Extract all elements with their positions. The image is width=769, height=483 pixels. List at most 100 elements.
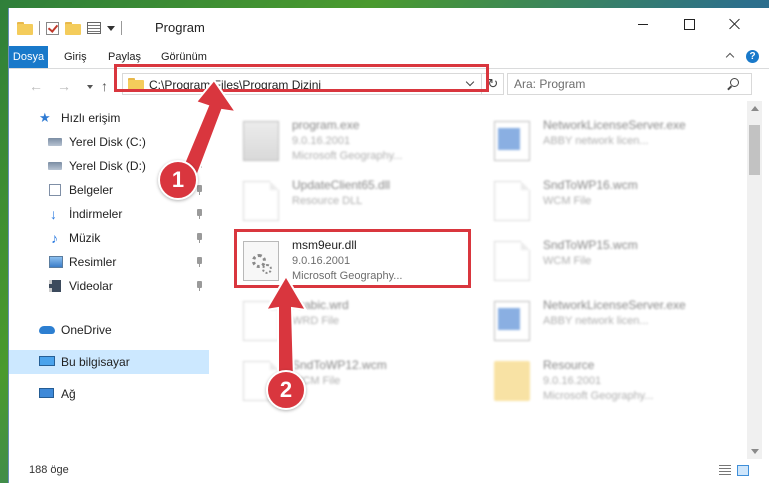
search-icon[interactable] [730,78,739,87]
cloud-icon [39,326,55,334]
sidebar-item-label: Videolar [69,279,113,293]
maximize-icon [683,18,695,30]
document-icon [243,181,279,221]
sidebar-item-network[interactable]: Ağ [9,382,209,406]
tab-home[interactable]: Giriş [54,46,97,68]
folder-icon [494,361,530,401]
app-icon [494,121,530,161]
file-name: NetworkLicenseServer.exe [543,118,686,132]
pin-icon [197,281,202,291]
minimize-button[interactable] [620,8,666,40]
maximize-button[interactable] [666,8,712,40]
setup-icon [243,121,279,161]
file-name: SndToWP16.wcm [543,178,638,192]
title-bar: Program [9,8,769,46]
app-icon [494,301,530,341]
sidebar-item-label: Ağ [61,387,76,401]
details-view-icon[interactable] [719,465,731,476]
close-icon [729,18,741,30]
scrollbar-thumb[interactable] [749,125,760,175]
file-company: Microsoft Geography... [543,390,654,402]
file-item-updateclient-dll[interactable]: UpdateClient65.dll Resource DLL [235,175,475,231]
file-version: 9.0.16.2001 [543,375,602,387]
file-item-network-license-server[interactable]: NetworkLicenseServer.exe ABBY network li… [486,115,726,171]
pin-icon [197,209,202,219]
pin-icon [197,257,202,267]
file-description: ABBY network licen... [543,135,649,147]
new-folder-icon[interactable] [65,21,81,35]
sidebar-item-label: Belgeler [69,183,114,197]
large-icons-view-icon[interactable] [737,465,749,476]
help-icon[interactable]: ? [746,50,759,63]
callout-badge-2: 2 [266,370,306,410]
sidebar-item-onedrive[interactable]: OneDrive [9,318,209,342]
sidebar-item-label: Yerel Disk (C:) [69,135,146,149]
file-item-program-exe[interactable]: program.exe 9.0.16.2001 Microsoft Geogra… [235,115,475,171]
sidebar-item-label: OneDrive [61,323,112,337]
documents-icon [49,184,61,196]
scroll-down-arrow-icon[interactable] [751,449,759,454]
file-item-sndtowp15[interactable]: SndToWP15.wcm WCM File [486,235,726,291]
file-type: WCM File [543,255,592,267]
pictures-icon [49,256,63,268]
file-name: Resource [543,358,595,372]
file-item-resource[interactable]: Resource 9.0.16.2001 Microsoft Geography… [486,355,726,411]
sidebar-item-label: Hızlı erişim [61,111,121,125]
file-version: 9.0.16.2001 [292,135,351,147]
file-name: SndToWP15.wcm [543,238,638,252]
music-icon: ♪ [51,230,58,246]
properties-check-icon[interactable] [46,21,59,35]
sidebar-item-downloads[interactable]: ↓ İndirmeler [9,202,209,226]
sidebar-item-pictures[interactable]: Resimler [9,250,209,274]
sidebar-item-label: Müzik [69,231,101,245]
sidebar-item-label: İndirmeler [69,207,123,221]
toolbar-divider [39,21,40,35]
sidebar-item-label: Resimler [69,255,117,269]
pin-icon [197,233,202,243]
document-icon [494,241,530,281]
file-item-network-license-server-2[interactable]: NetworkLicenseServer.exe ABBY network li… [486,295,726,351]
callout-badge-1: 1 [158,160,198,200]
download-icon: ↓ [50,206,57,222]
customize-toolbar-caret-icon[interactable] [107,25,115,31]
star-icon: ★ [39,110,51,125]
minimize-icon [638,23,648,25]
file-name: UpdateClient65.dll [292,178,391,192]
forward-button[interactable]: → [57,79,71,93]
file-description: Resource DLL [292,195,363,207]
back-button[interactable]: ← [29,79,43,93]
videos-icon [49,280,61,292]
vertical-scrollbar[interactable] [747,101,762,459]
status-bar: 188 öge [9,459,769,483]
sidebar-item-videos[interactable]: Videolar [9,274,209,298]
file-type: WCM File [543,195,592,207]
collapse-ribbon-chevron-icon[interactable] [725,52,735,62]
folder-icon[interactable] [17,21,33,35]
quick-access-toolbar [17,19,122,37]
recent-locations-caret-icon[interactable] [87,85,93,89]
disk-icon [48,138,62,146]
sidebar-item-label: Yerel Disk (D:) [69,159,146,173]
search-input[interactable] [514,77,714,91]
properties-icon[interactable] [87,22,101,34]
close-button[interactable] [712,8,758,40]
disk-icon [48,162,62,170]
item-count: 188 öge [29,464,69,476]
scroll-up-arrow-icon[interactable] [751,106,759,111]
toolbar-divider [121,21,122,35]
file-item-sndtowp16[interactable]: SndToWP16.wcm WCM File [486,175,726,231]
tab-file[interactable]: Dosya [9,46,48,68]
file-description: ABBY network licen... [543,315,649,327]
document-icon [494,181,530,221]
network-icon [39,388,54,398]
search-box[interactable] [507,73,752,95]
up-button[interactable]: ↑ [101,79,108,93]
sidebar-item-music[interactable]: ♪ Müzik [9,226,209,250]
sidebar-item-this-pc[interactable]: Bu bilgisayar [9,350,209,374]
window-title: Program [155,20,205,35]
file-company: Microsoft Geography... [292,150,403,162]
computer-icon [39,356,55,366]
file-name: program.exe [292,118,360,132]
file-name: NetworkLicenseServer.exe [543,298,686,312]
sidebar-item-label: Bu bilgisayar [61,355,130,369]
